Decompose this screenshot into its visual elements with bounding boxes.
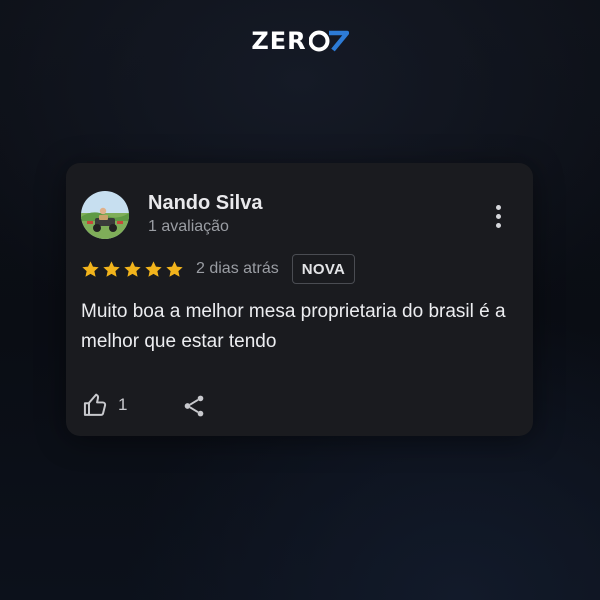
review-text: Muito boa a melhor mesa proprietaria do …	[81, 301, 506, 352]
new-badge: NOVA	[291, 254, 356, 284]
brand-logo-text: ZER	[251, 27, 307, 55]
reviewer-name[interactable]: Nando Silva	[148, 191, 262, 215]
avatar-image	[81, 191, 129, 239]
thumbs-up-icon	[83, 393, 107, 416]
star-icon	[145, 260, 162, 277]
more-vertical-icon	[495, 204, 501, 210]
brand-logo: ZER	[0, 29, 600, 53]
brand-logo-mark-icon	[308, 30, 349, 52]
review-date: 2 dias atrás	[196, 260, 279, 277]
star-icon	[103, 260, 120, 277]
star-icon	[124, 260, 141, 277]
star-rating	[81, 260, 184, 279]
reviewer-avatar[interactable]	[81, 191, 129, 239]
more-options-button[interactable]	[487, 200, 509, 232]
like-button[interactable]: 1	[82, 391, 127, 419]
star-icon	[82, 260, 99, 277]
reviewer-review-count: 1 avaliação	[148, 218, 229, 235]
share-icon[interactable]	[181, 393, 207, 419]
star-icon	[166, 260, 183, 277]
like-count: 1	[118, 395, 128, 414]
rating-row: 2 dias atrás NOVA	[81, 253, 356, 285]
review-card: Nando Silva 1 avaliação 2 dias atrás NOV…	[66, 163, 533, 436]
